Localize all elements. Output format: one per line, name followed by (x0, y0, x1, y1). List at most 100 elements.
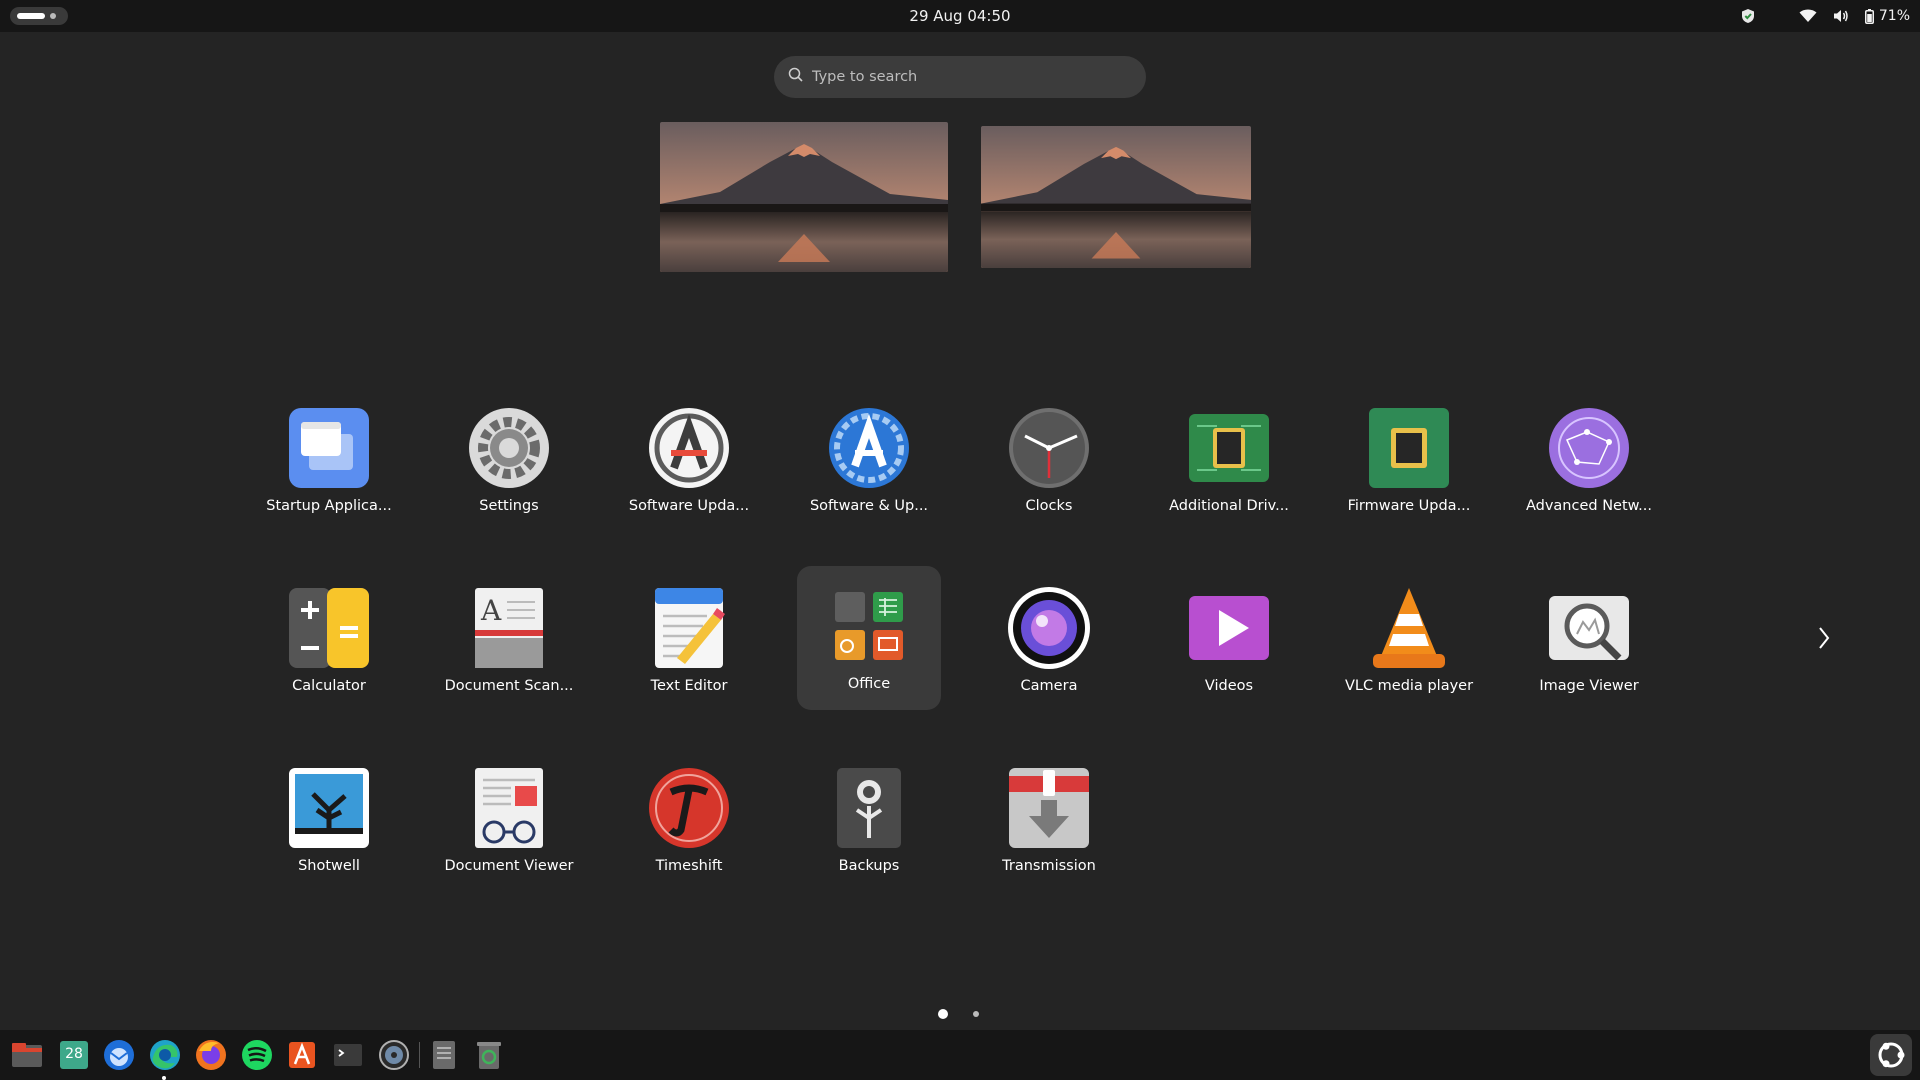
app-label: Settings (479, 498, 539, 514)
startup-applications-icon (289, 408, 369, 488)
text-editor-icon (655, 588, 725, 668)
app-camera[interactable]: Camera (977, 568, 1121, 712)
wallpaper-mountain-image (981, 126, 1251, 268)
spotify-icon[interactable] (239, 1037, 275, 1073)
search-bar[interactable] (774, 56, 1146, 98)
timeshift-icon (649, 768, 729, 848)
system-tray[interactable]: 71% (1741, 0, 1910, 32)
transmission-icon (1009, 768, 1089, 848)
document-scanner-icon: A (475, 588, 543, 668)
files-icon[interactable] (9, 1037, 45, 1073)
app-label: Software & Up... (809, 498, 929, 514)
camera-icon (1008, 587, 1090, 669)
app-videos[interactable]: Videos (1157, 568, 1301, 712)
app-label: Image Viewer (1539, 678, 1639, 694)
workspace-thumbnail-1[interactable] (660, 122, 948, 272)
app-vlc-media-player[interactable]: VLC media player (1337, 568, 1481, 712)
app-clocks[interactable]: Clocks (977, 388, 1121, 532)
software-updater-icon (649, 408, 729, 488)
app-label: Clocks (1025, 498, 1073, 514)
backups-icon (837, 768, 901, 848)
svg-text:A: A (480, 594, 502, 627)
app-label: Camera (1020, 678, 1078, 694)
dock: 28 (0, 1030, 1920, 1080)
wifi-icon[interactable] (1799, 9, 1817, 23)
wallpaper-mountain-image (660, 122, 948, 272)
image-viewer-icon (1549, 596, 1629, 661)
advanced-network-icon (1549, 408, 1629, 488)
software-and-updates-icon (829, 408, 909, 488)
app-label: Startup Applica... (266, 498, 392, 514)
app-backups[interactable]: Backups (797, 748, 941, 892)
calendar-day: 28 (65, 1046, 83, 1062)
workspace-indicator-active (17, 13, 45, 19)
app-software-updater[interactable]: Software Upda... (617, 388, 761, 532)
search-icon (788, 67, 804, 87)
workspace-thumbnail-2[interactable] (981, 126, 1251, 268)
app-label: Text Editor (650, 678, 728, 694)
calculator-icon (289, 588, 369, 668)
show-apps-button[interactable] (1870, 1034, 1912, 1076)
page-dot[interactable] (973, 1011, 979, 1017)
additional-drivers-icon (1189, 414, 1269, 482)
chevron-right-icon[interactable] (1812, 620, 1836, 656)
top-bar: 29 Aug 04:50 71% (0, 0, 1920, 32)
app-document-scanner[interactable]: A Document Scan... (437, 568, 581, 712)
app-text-editor[interactable]: Text Editor (617, 568, 761, 712)
app-label: Timeshift (655, 858, 723, 874)
volume-icon[interactable] (1833, 9, 1849, 23)
app-timeshift[interactable]: Timeshift (617, 748, 761, 892)
page-dot-active[interactable] (938, 1009, 948, 1019)
app-label: Software Upda... (628, 498, 750, 514)
app-label: VLC media player (1344, 678, 1474, 694)
app-label: Additional Driv... (1169, 498, 1289, 514)
app-label: Shotwell (298, 858, 360, 874)
battery-icon (1864, 8, 1874, 24)
disk-usage-icon[interactable] (376, 1037, 412, 1073)
app-firmware-updater[interactable]: Firmware Upda... (1337, 388, 1481, 532)
app-label: Document Scan... (444, 678, 574, 694)
dock-separator (419, 1042, 420, 1068)
app-label: Videos (1204, 678, 1254, 694)
battery-indicator[interactable]: 71% (1864, 8, 1910, 24)
app-label: Advanced Netw... (1525, 498, 1653, 514)
office-folder-icon (835, 592, 903, 660)
edge-icon[interactable] (147, 1037, 183, 1073)
ubuntu-logo-icon (1878, 1042, 1905, 1068)
app-label: Transmission (1002, 858, 1096, 874)
thunderbird-icon[interactable] (101, 1037, 137, 1073)
file-manager-icon[interactable] (426, 1037, 462, 1073)
app-software-and-updates[interactable]: Software & Up... (797, 388, 941, 532)
settings-icon (469, 408, 549, 488)
search-input[interactable] (812, 69, 1112, 85)
videos-icon (1189, 596, 1269, 660)
activities-button[interactable] (10, 7, 68, 25)
app-label: Office (847, 676, 891, 692)
clock[interactable]: 29 Aug 04:50 (860, 0, 1060, 32)
app-shotwell[interactable]: Shotwell (257, 748, 401, 892)
app-advanced-network[interactable]: Advanced Netw... (1517, 388, 1661, 532)
app-image-viewer[interactable]: Image Viewer (1517, 568, 1661, 712)
calendar-icon[interactable]: 28 (56, 1037, 92, 1073)
app-startup-applications[interactable]: Startup Applica... (257, 388, 401, 532)
battery-percentage: 71% (1878, 8, 1910, 24)
vlc-icon (1373, 588, 1445, 668)
running-indicator (162, 1076, 166, 1080)
app-label: Backups (838, 858, 900, 874)
terminal-icon[interactable] (330, 1037, 366, 1073)
app-settings[interactable]: Settings (437, 388, 581, 532)
app-document-viewer[interactable]: Document Viewer (437, 748, 581, 892)
shield-icon[interactable] (1741, 8, 1755, 24)
app-transmission[interactable]: Transmission (977, 748, 1121, 892)
firefox-icon[interactable] (193, 1037, 229, 1073)
shotwell-icon (289, 768, 369, 848)
trash-icon[interactable] (471, 1037, 507, 1073)
app-additional-drivers[interactable]: Additional Driv... (1157, 388, 1301, 532)
app-center-icon[interactable] (284, 1037, 320, 1073)
app-calculator[interactable]: Calculator (257, 568, 401, 712)
firmware-updater-icon (1369, 408, 1449, 488)
app-label: Document Viewer (444, 858, 574, 874)
clocks-icon (1009, 408, 1089, 488)
app-label: Firmware Upda... (1347, 498, 1471, 514)
app-office-folder[interactable]: Office (797, 566, 941, 710)
